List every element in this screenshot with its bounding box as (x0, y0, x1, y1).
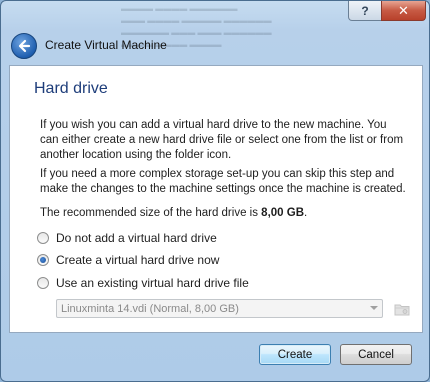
radio-use-existing[interactable] (37, 277, 49, 289)
folder-icon (394, 304, 410, 315)
window-title: Create Virtual Machine (45, 38, 167, 52)
recommended-suffix: . (304, 207, 308, 219)
create-button[interactable]: Create (259, 344, 331, 365)
close-button[interactable]: ✕ (381, 1, 426, 21)
recommended-size-text: The recommended size of the hard drive i… (40, 206, 406, 221)
existing-disk-value: Linuxminta 14.vdi (Normal, 8,00 GB) (61, 302, 239, 315)
radio-no-disk[interactable] (37, 232, 49, 244)
choose-disk-button[interactable] (392, 299, 412, 318)
help-button[interactable]: ? (348, 1, 382, 21)
storage-paragraph: If you need a more complex storage set-u… (40, 168, 406, 195)
back-arrow-icon (18, 39, 31, 53)
intro-paragraph: If you wish you can add a virtual hard d… (40, 119, 404, 161)
radio-create-new[interactable] (37, 254, 49, 266)
recommended-prefix: The recommended size of the hard drive i… (40, 207, 262, 219)
wizard-header: Create Virtual Machine (1, 23, 429, 65)
cancel-button[interactable]: Cancel (340, 344, 412, 365)
option-no-disk-label: Do not add a virtual hard drive (56, 231, 217, 245)
back-button[interactable] (11, 33, 37, 59)
option-create-new-label: Create a virtual hard drive now (56, 253, 220, 267)
existing-disk-select[interactable]: Linuxminta 14.vdi (Normal, 8,00 GB) (56, 299, 383, 318)
chevron-down-icon (370, 306, 378, 310)
option-use-existing-label: Use an existing virtual hard drive file (56, 276, 249, 290)
recommended-size-value: 8,00 GB (261, 207, 304, 219)
option-use-existing[interactable]: Use an existing virtual hard drive file (37, 275, 249, 291)
dialog-window: ▬▬▬▬ ▬▬▬▬ ▬▬▬▬▬▬ ▬▬▬ ▬▬▬▬ ▬▬▬▬▬ ▬▬▬▬▬▬ ▬… (0, 0, 430, 382)
option-create-new[interactable]: Create a virtual hard drive now (37, 252, 219, 268)
wizard-page: Hard drive If you wish you can add a vir… (9, 65, 423, 333)
option-no-disk[interactable]: Do not add a virtual hard drive (37, 230, 217, 246)
page-title: Hard drive (34, 80, 108, 97)
